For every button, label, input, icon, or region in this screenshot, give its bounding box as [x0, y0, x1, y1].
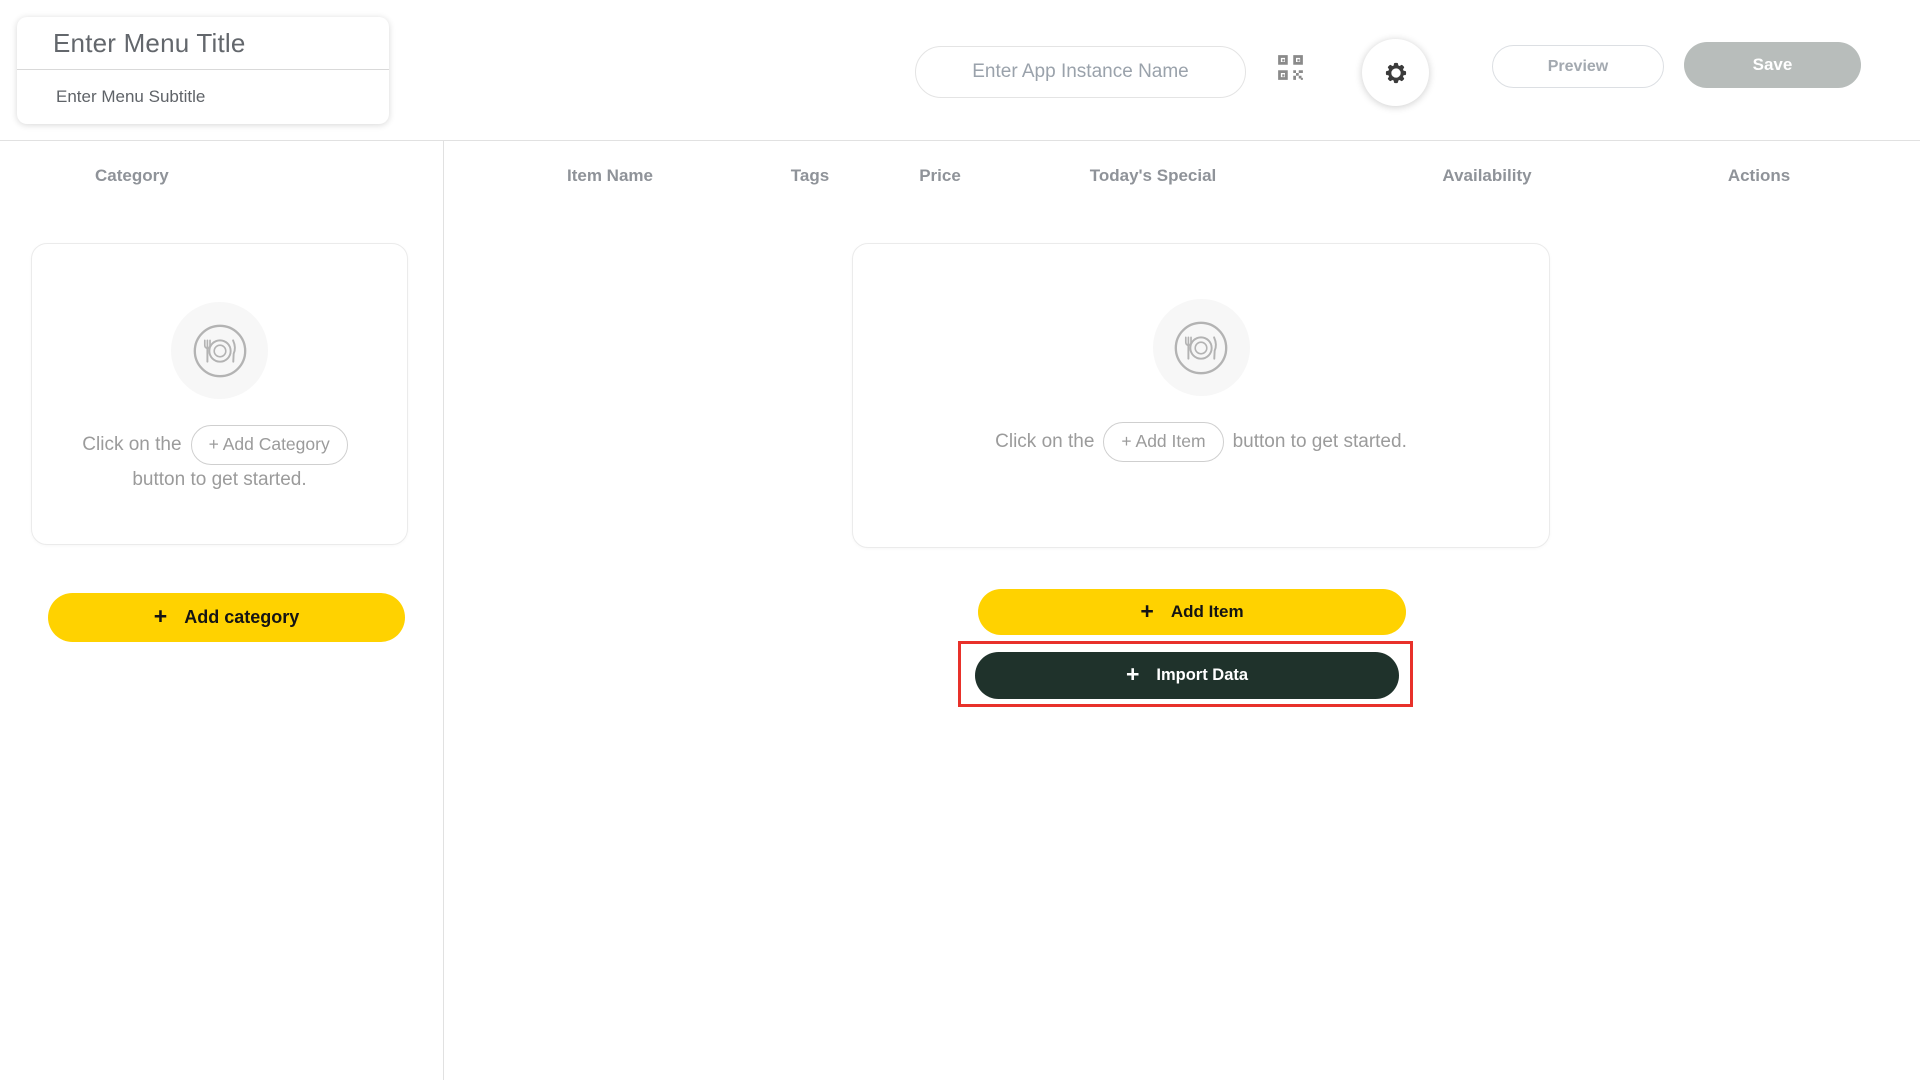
restaurant-plate-icon: [1170, 317, 1232, 379]
plus-icon: +: [153, 603, 168, 629]
hint-text: button to get started.: [1232, 431, 1407, 452]
column-header-tags: Tags: [790, 166, 830, 185]
hint-text: Click on the: [995, 431, 1095, 452]
hint-text: button to get started.: [132, 469, 307, 490]
add-item-button[interactable]: + Add Item: [978, 589, 1406, 635]
category-empty-hint: Click on the + Add Category button to get…: [32, 425, 407, 495]
topbar-divider: [0, 140, 1920, 141]
import-data-label: Import Data: [1156, 666, 1249, 684]
import-data-highlight-box: + Import Data: [958, 641, 1413, 707]
add-category-hint-pill: + Add Category: [190, 425, 348, 465]
settings-button[interactable]: [1362, 39, 1429, 106]
plate-circle: [171, 302, 268, 399]
plus-icon: +: [1140, 597, 1154, 624]
category-empty-card: Click on the + Add Category button to get…: [31, 243, 408, 545]
save-button[interactable]: Save: [1684, 42, 1861, 88]
plus-icon: +: [1125, 661, 1140, 687]
preview-button[interactable]: Preview: [1492, 45, 1664, 88]
menu-title-input[interactable]: Enter Menu Title: [17, 17, 389, 69]
column-header-availability: Availability: [1442, 166, 1532, 185]
import-data-button[interactable]: + Import Data: [975, 652, 1399, 699]
column-header-actions: Actions: [1727, 166, 1791, 185]
qr-code-icon[interactable]: [1274, 51, 1307, 84]
column-header-price: Price: [919, 166, 961, 185]
add-item-hint-pill: + Add Item: [1103, 422, 1224, 462]
menu-title-card: Enter Menu Title Enter Menu Subtitle: [17, 17, 389, 124]
gear-icon: [1378, 55, 1414, 91]
column-header-todays-special: Today's Special: [1089, 166, 1217, 185]
menu-subtitle-input[interactable]: Enter Menu Subtitle: [17, 70, 389, 123]
plate-circle: [1152, 299, 1250, 396]
add-item-label: Add Item: [1170, 602, 1244, 621]
menu-builder-screen: Enter Menu Title Enter Menu Subtitle Ent…: [0, 0, 1920, 1080]
add-category-label: Add category: [184, 607, 300, 627]
items-empty-hint: Click on the + Add Item button to get star…: [853, 422, 1549, 462]
app-instance-name-input[interactable]: Enter App Instance Name: [915, 46, 1246, 98]
panel-divider: [443, 141, 444, 1080]
items-empty-card: Click on the + Add Item button to get star…: [852, 243, 1550, 548]
restaurant-plate-icon: [189, 320, 251, 382]
hint-text: Click on the: [82, 434, 182, 455]
category-column-header: Category: [95, 166, 169, 185]
add-category-button[interactable]: + Add category: [48, 593, 405, 642]
column-header-item-name: Item Name: [567, 166, 653, 185]
